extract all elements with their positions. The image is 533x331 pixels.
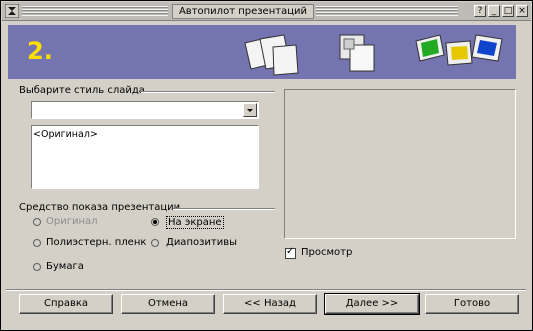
- maximize-button[interactable]: □: [502, 5, 514, 17]
- radio-screen-label: На экране: [166, 216, 224, 229]
- minimize-button[interactable]: _: [488, 5, 500, 17]
- presentation-section-divider: [173, 208, 275, 210]
- cancel-button[interactable]: Отмена: [121, 294, 215, 314]
- radio-screen[interactable]: [151, 218, 161, 228]
- back-button[interactable]: << Назад: [223, 294, 317, 314]
- step-number: 2.: [27, 37, 53, 65]
- slide-style-combobox[interactable]: [31, 101, 259, 119]
- style-section-label: Выбарите стиль слайда: [19, 85, 145, 96]
- slide-style-list[interactable]: <Оригинал>: [31, 125, 259, 189]
- chevron-down-icon[interactable]: [243, 103, 257, 117]
- color-slides-icon: [415, 34, 503, 66]
- help-button[interactable]: Справка: [19, 294, 113, 314]
- radio-paper[interactable]: [33, 263, 43, 273]
- finish-button[interactable]: Готово: [425, 294, 519, 314]
- presentation-section-label: Средство показа презентации: [19, 202, 181, 213]
- autopilot-dialog: Автопилот презентаций ? _ □ × 2. Выбарит…: [0, 0, 533, 331]
- preview-checkbox[interactable]: [285, 246, 296, 259]
- radio-slides-label: Диапозитивы: [166, 237, 238, 248]
- footer-divider: [6, 289, 526, 291]
- radio-slides[interactable]: [151, 239, 161, 249]
- preview-checkbox-label: Просмотр: [301, 247, 353, 258]
- help-title-button[interactable]: ?: [474, 5, 486, 17]
- style-section-divider: [141, 91, 275, 93]
- radio-original-label: Оригинал: [46, 216, 98, 227]
- banner-graphics: [244, 34, 503, 76]
- slide-layout-icon: [339, 34, 375, 72]
- list-item[interactable]: <Оригинал>: [33, 129, 257, 140]
- title-stripes-left: [22, 6, 168, 16]
- slides-stack-icon: [244, 34, 299, 76]
- window-title: Автопилот презентаций: [172, 4, 314, 19]
- radio-original[interactable]: [33, 218, 43, 228]
- close-button[interactable]: ×: [516, 5, 528, 17]
- preview-area: [284, 89, 516, 239]
- app-icon[interactable]: [5, 4, 19, 18]
- radio-overhead-label: Полиэстерн. пленк: [46, 237, 147, 248]
- next-button[interactable]: Далее >>: [324, 293, 420, 315]
- title-bar[interactable]: Автопилот презентаций ? _ □ ×: [2, 2, 531, 21]
- radio-overhead[interactable]: [33, 239, 43, 249]
- header-banner: [8, 25, 516, 79]
- radio-paper-label: Бумага: [46, 261, 84, 272]
- title-stripes-right: [316, 6, 458, 16]
